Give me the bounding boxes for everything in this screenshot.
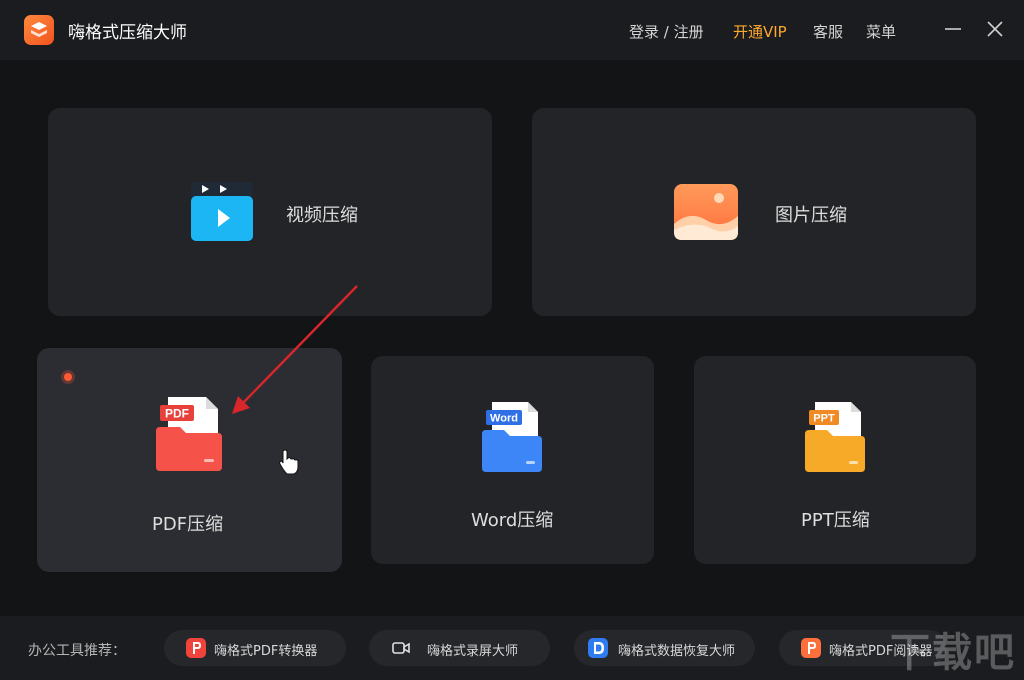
image-compress-card[interactable]: 图片压缩 (532, 108, 976, 316)
open-vip-link[interactable]: 开通VIP (733, 21, 787, 42)
ppt-compress-label: PPT压缩 (801, 510, 870, 531)
word-compress-label: Word压缩 (471, 510, 554, 531)
word-folder-icon: Word (482, 402, 544, 478)
minimize-button[interactable] (942, 18, 964, 40)
ppt-compress-card[interactable]: PPT PPT压缩 (694, 356, 976, 564)
video-clapper-icon (190, 182, 254, 246)
video-compress-label: 视频压缩 (286, 205, 358, 226)
recommend-label: 嗨格式数据恢复大师 (618, 644, 736, 659)
pdf-folder-icon: PDF (156, 395, 224, 477)
image-compress-label: 图片压缩 (775, 205, 847, 226)
pdf-converter-icon (186, 638, 206, 658)
app-title: 嗨格式压缩大师 (68, 23, 187, 43)
video-compress-card[interactable]: 视频压缩 (48, 108, 492, 316)
login-register-link[interactable]: 登录 / 注册 (629, 21, 704, 42)
minimize-icon (945, 28, 961, 30)
ppt-folder-icon: PPT (805, 402, 867, 478)
word-compress-card[interactable]: Word Word压缩 (371, 356, 654, 564)
pdf-compress-card[interactable]: PDF PDF压缩 (37, 348, 342, 572)
close-icon (987, 21, 1003, 37)
screen-recorder-icon (391, 638, 411, 658)
pdf-reader-icon (801, 638, 821, 658)
pdf-compress-label: PDF压缩 (152, 514, 224, 535)
annotation-overlay (232, 285, 358, 475)
recommend-pdf-converter[interactable]: 嗨格式PDF转换器 (164, 630, 346, 666)
pdf-tag-text: PDF (165, 407, 189, 421)
data-recovery-icon (588, 638, 608, 658)
ppt-tag-text: PPT (813, 413, 835, 425)
footer-bar: 办公工具推荐： 嗨格式PDF转换器 嗨格式录屏大师 嗨格式数据恢复大师 嗨格式P… (0, 616, 1024, 680)
recommend-data-recovery[interactable]: 嗨格式数据恢复大师 (574, 630, 755, 666)
recommend-label: 嗨格式PDF转换器 (214, 644, 318, 659)
recommend-label: 嗨格式录屏大师 (427, 644, 519, 659)
word-tag-text: Word (490, 413, 518, 425)
office-tools-label: 办公工具推荐： (28, 643, 126, 659)
title-bar: 嗨格式压缩大师 登录 / 注册 开通VIP 客服 菜单 (0, 0, 1024, 60)
image-icon (674, 184, 738, 244)
app-logo-icon (24, 15, 54, 45)
menu-link[interactable]: 菜单 (866, 21, 896, 42)
close-button[interactable] (984, 18, 1006, 40)
recommend-screen-recorder[interactable]: 嗨格式录屏大师 (369, 630, 550, 666)
site-watermark: 下载吧 (890, 630, 1016, 676)
customer-service-link[interactable]: 客服 (813, 21, 843, 42)
new-badge-dot (61, 370, 75, 384)
